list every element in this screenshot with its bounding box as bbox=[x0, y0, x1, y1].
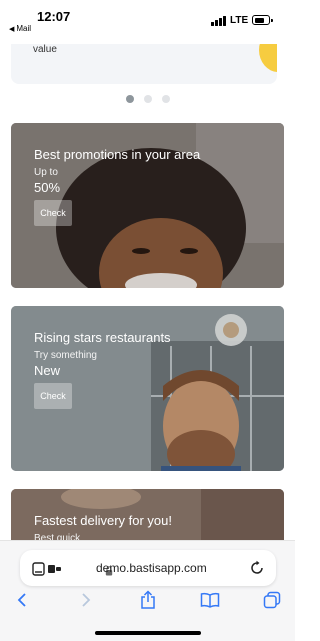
share-icon[interactable] bbox=[137, 589, 159, 611]
battery-icon bbox=[252, 15, 273, 25]
promo-highlight: 50% bbox=[34, 180, 61, 195]
promo-title: Best promotions in your area bbox=[34, 147, 201, 162]
carousel-dot-1[interactable] bbox=[126, 95, 134, 103]
promo-subtitle: Up to bbox=[34, 167, 58, 178]
back-triangle-icon: ◀ bbox=[9, 26, 15, 33]
reload-icon[interactable] bbox=[249, 560, 265, 576]
promo-subtitle: Try something bbox=[34, 350, 97, 361]
home-indicator[interactable] bbox=[95, 631, 201, 635]
carousel-dots bbox=[126, 95, 170, 103]
bookmarks-icon[interactable] bbox=[199, 589, 221, 611]
carousel-dot-2[interactable] bbox=[144, 95, 152, 103]
promo-card-best-promotions[interactable]: Best promotions in your area Up to 50% C… bbox=[11, 123, 284, 288]
back-app-label: Mail bbox=[16, 24, 32, 33]
back-icon[interactable] bbox=[11, 589, 33, 611]
browser-bottom-bar: demo.bastisapp.com bbox=[0, 540, 295, 641]
promo-card-rising-stars[interactable]: Rising stars restaurants Try something N… bbox=[11, 306, 284, 471]
forward-icon[interactable] bbox=[75, 589, 97, 611]
status-time: 12:07 bbox=[37, 9, 71, 24]
promo-title: Fastest delivery for you! bbox=[34, 513, 172, 528]
promo-title: Rising stars restaurants bbox=[34, 330, 171, 345]
check-button[interactable]: Check bbox=[34, 200, 72, 226]
back-to-app-link[interactable]: ◀ Mail bbox=[9, 24, 31, 33]
address-bar[interactable]: demo.bastisapp.com bbox=[20, 550, 276, 586]
top-card-text: value bbox=[33, 44, 57, 55]
network-label: LTE bbox=[230, 15, 249, 26]
tabs-icon[interactable] bbox=[261, 589, 283, 611]
carousel-dot-3[interactable] bbox=[162, 95, 170, 103]
check-button[interactable]: Check bbox=[34, 383, 72, 409]
top-card[interactable]: value bbox=[11, 38, 277, 84]
promo-highlight: New bbox=[34, 363, 61, 378]
status-bar: 12:07 ◀ Mail LTE bbox=[0, 0, 295, 44]
browser-toolbar bbox=[0, 589, 295, 613]
signal-icon bbox=[211, 16, 226, 26]
reader-icon[interactable] bbox=[32, 562, 62, 576]
url-text: demo.bastisapp.com bbox=[96, 561, 207, 575]
